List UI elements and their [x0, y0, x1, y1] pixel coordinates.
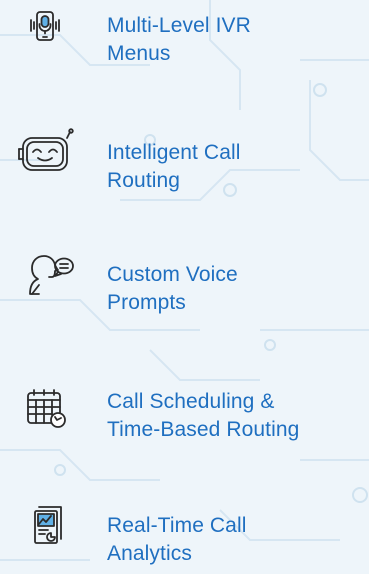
robot-face-icon: [18, 128, 74, 176]
feature-label: Real-Time Call Analytics: [107, 512, 362, 568]
phone-microphone-icon: [18, 8, 74, 56]
speaking-person-icon: [18, 254, 74, 302]
feature-label-line1: Custom Voice: [107, 263, 238, 286]
feature-label: Intelligent Call Routing: [107, 139, 362, 195]
feature-label-line1: Intelligent Call: [107, 141, 241, 164]
feature-label-line2: Analytics: [107, 542, 192, 565]
feature-label-line1: Call Scheduling &: [107, 390, 275, 413]
feature-label-line2: Time-Based Routing: [107, 418, 300, 441]
feature-label-line2: Prompts: [107, 291, 186, 314]
feature-label: Multi-Level IVR Menus: [107, 12, 362, 68]
feature-label-line2: Routing: [107, 169, 181, 192]
feature-label: Call Scheduling & Time-Based Routing: [107, 388, 362, 444]
analytics-report-icon: [18, 505, 74, 553]
feature-label: Custom Voice Prompts: [107, 261, 362, 317]
feature-label-line2: Menus: [107, 42, 171, 65]
feature-label-line1: Multi-Level IVR: [107, 14, 251, 37]
calendar-clock-icon: [18, 385, 74, 433]
feature-label-line1: Real-Time Call: [107, 514, 247, 537]
